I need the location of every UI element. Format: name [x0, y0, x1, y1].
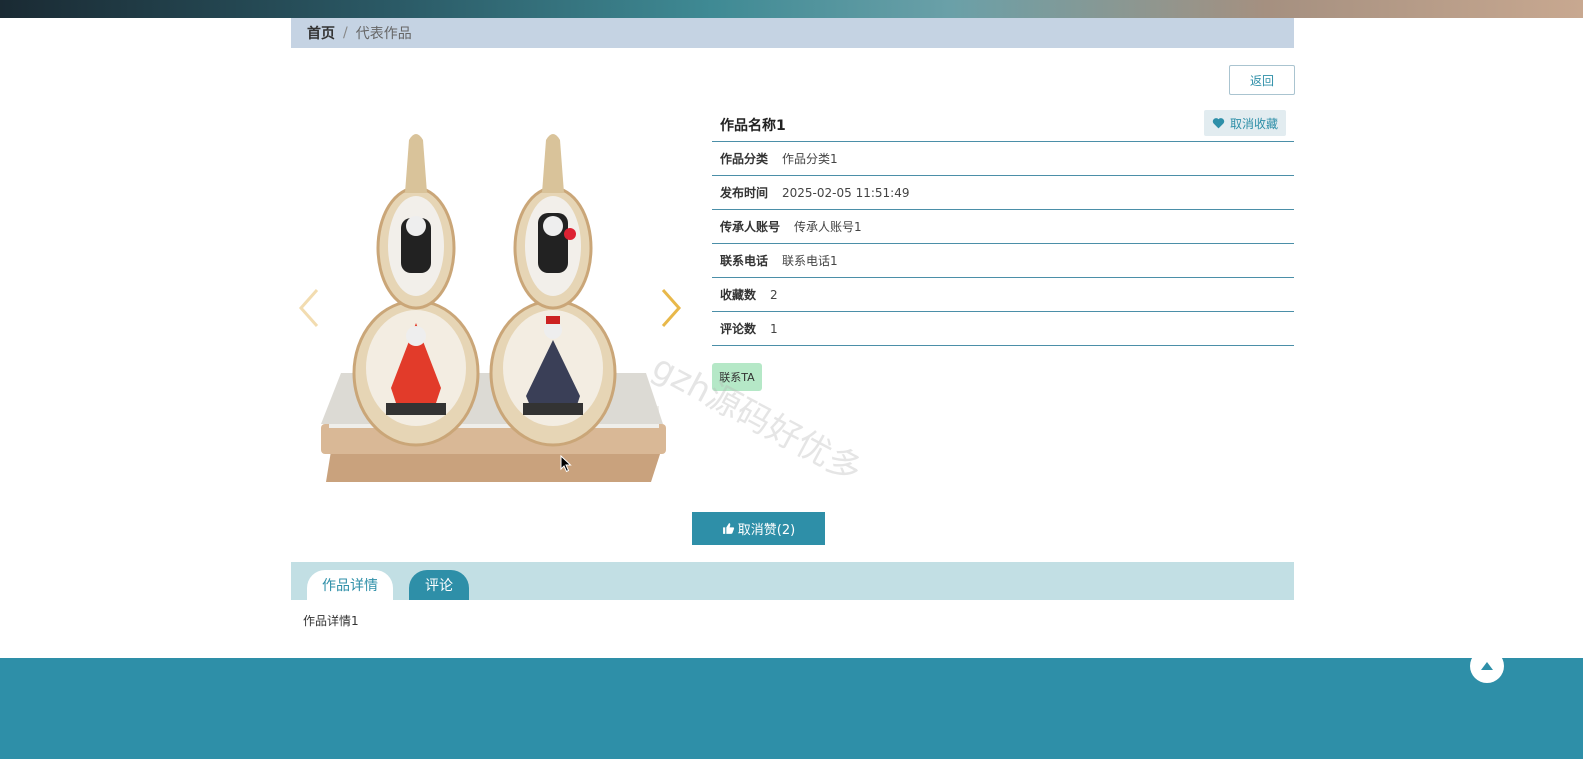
field-label: 收藏数 [720, 288, 757, 302]
unfavorite-button[interactable]: 取消收藏 [1203, 110, 1286, 136]
field-label: 评论数 [720, 322, 757, 336]
field-label: 联系电话 [720, 254, 769, 268]
field-value: 传承人账号1 [794, 220, 862, 234]
work-title: 作品名称1 [720, 117, 786, 134]
field-publish-time: 发布时间 2025-02-05 11:51:49 [712, 176, 1294, 210]
work-title-row: 作品名称1 取消收藏 [712, 108, 1294, 142]
chevron-left-icon[interactable] [297, 288, 321, 328]
field-label: 传承人账号 [720, 220, 781, 234]
top-banner-image [0, 0, 1583, 18]
field-value: 联系电话1 [782, 254, 838, 268]
field-category: 作品分类 作品分类1 [712, 142, 1294, 176]
breadcrumb-current: 代表作品 [355, 26, 412, 42]
breadcrumb-home[interactable]: 首页 [307, 23, 335, 43]
breadcrumb-separator: / [343, 25, 348, 41]
mouse-cursor-icon [560, 455, 572, 473]
field-value: 1 [770, 321, 778, 336]
chevron-right-icon[interactable] [659, 288, 683, 328]
tab-work-details[interactable]: 作品详情 [307, 570, 393, 600]
heart-icon [1212, 118, 1225, 129]
caret-up-icon [1481, 662, 1493, 670]
content-container: 首页 / 代表作品 [291, 18, 1294, 48]
field-inheritor-account: 传承人账号 传承人账号1 [712, 210, 1294, 244]
field-value: 2025-02-05 11:51:49 [782, 185, 910, 200]
work-image [321, 134, 666, 482]
breadcrumb: 首页 / 代表作品 [291, 18, 1294, 48]
unfavorite-label: 取消收藏 [1229, 116, 1278, 131]
unlike-label: 取消赞(2) [737, 523, 796, 538]
thumbs-up-icon [722, 523, 734, 534]
back-to-top-button[interactable] [1470, 649, 1504, 683]
back-button[interactable]: 返回 [1229, 65, 1295, 95]
field-comment-count: 评论数 1 [712, 312, 1294, 346]
work-info-panel: 作品名称1 取消收藏 作品分类 作品分类1 发布时间 2025-02-05 11… [712, 108, 1294, 391]
field-value: 作品分类1 [782, 152, 838, 166]
contact-button[interactable]: 联系TA [712, 363, 762, 391]
tabs-bar: 作品详情 评论 [291, 562, 1294, 600]
footer [0, 658, 1583, 759]
field-label: 作品分类 [720, 152, 769, 166]
unlike-button[interactable]: 取消赞(2) [692, 512, 825, 545]
tab-comments[interactable]: 评论 [409, 570, 469, 600]
field-favorite-count: 收藏数 2 [712, 278, 1294, 312]
tab-content: 作品详情1 [303, 614, 359, 628]
field-value: 2 [770, 287, 778, 302]
field-label: 发布时间 [720, 186, 769, 200]
field-phone: 联系电话 联系电话1 [712, 244, 1294, 278]
image-carousel [291, 118, 696, 488]
